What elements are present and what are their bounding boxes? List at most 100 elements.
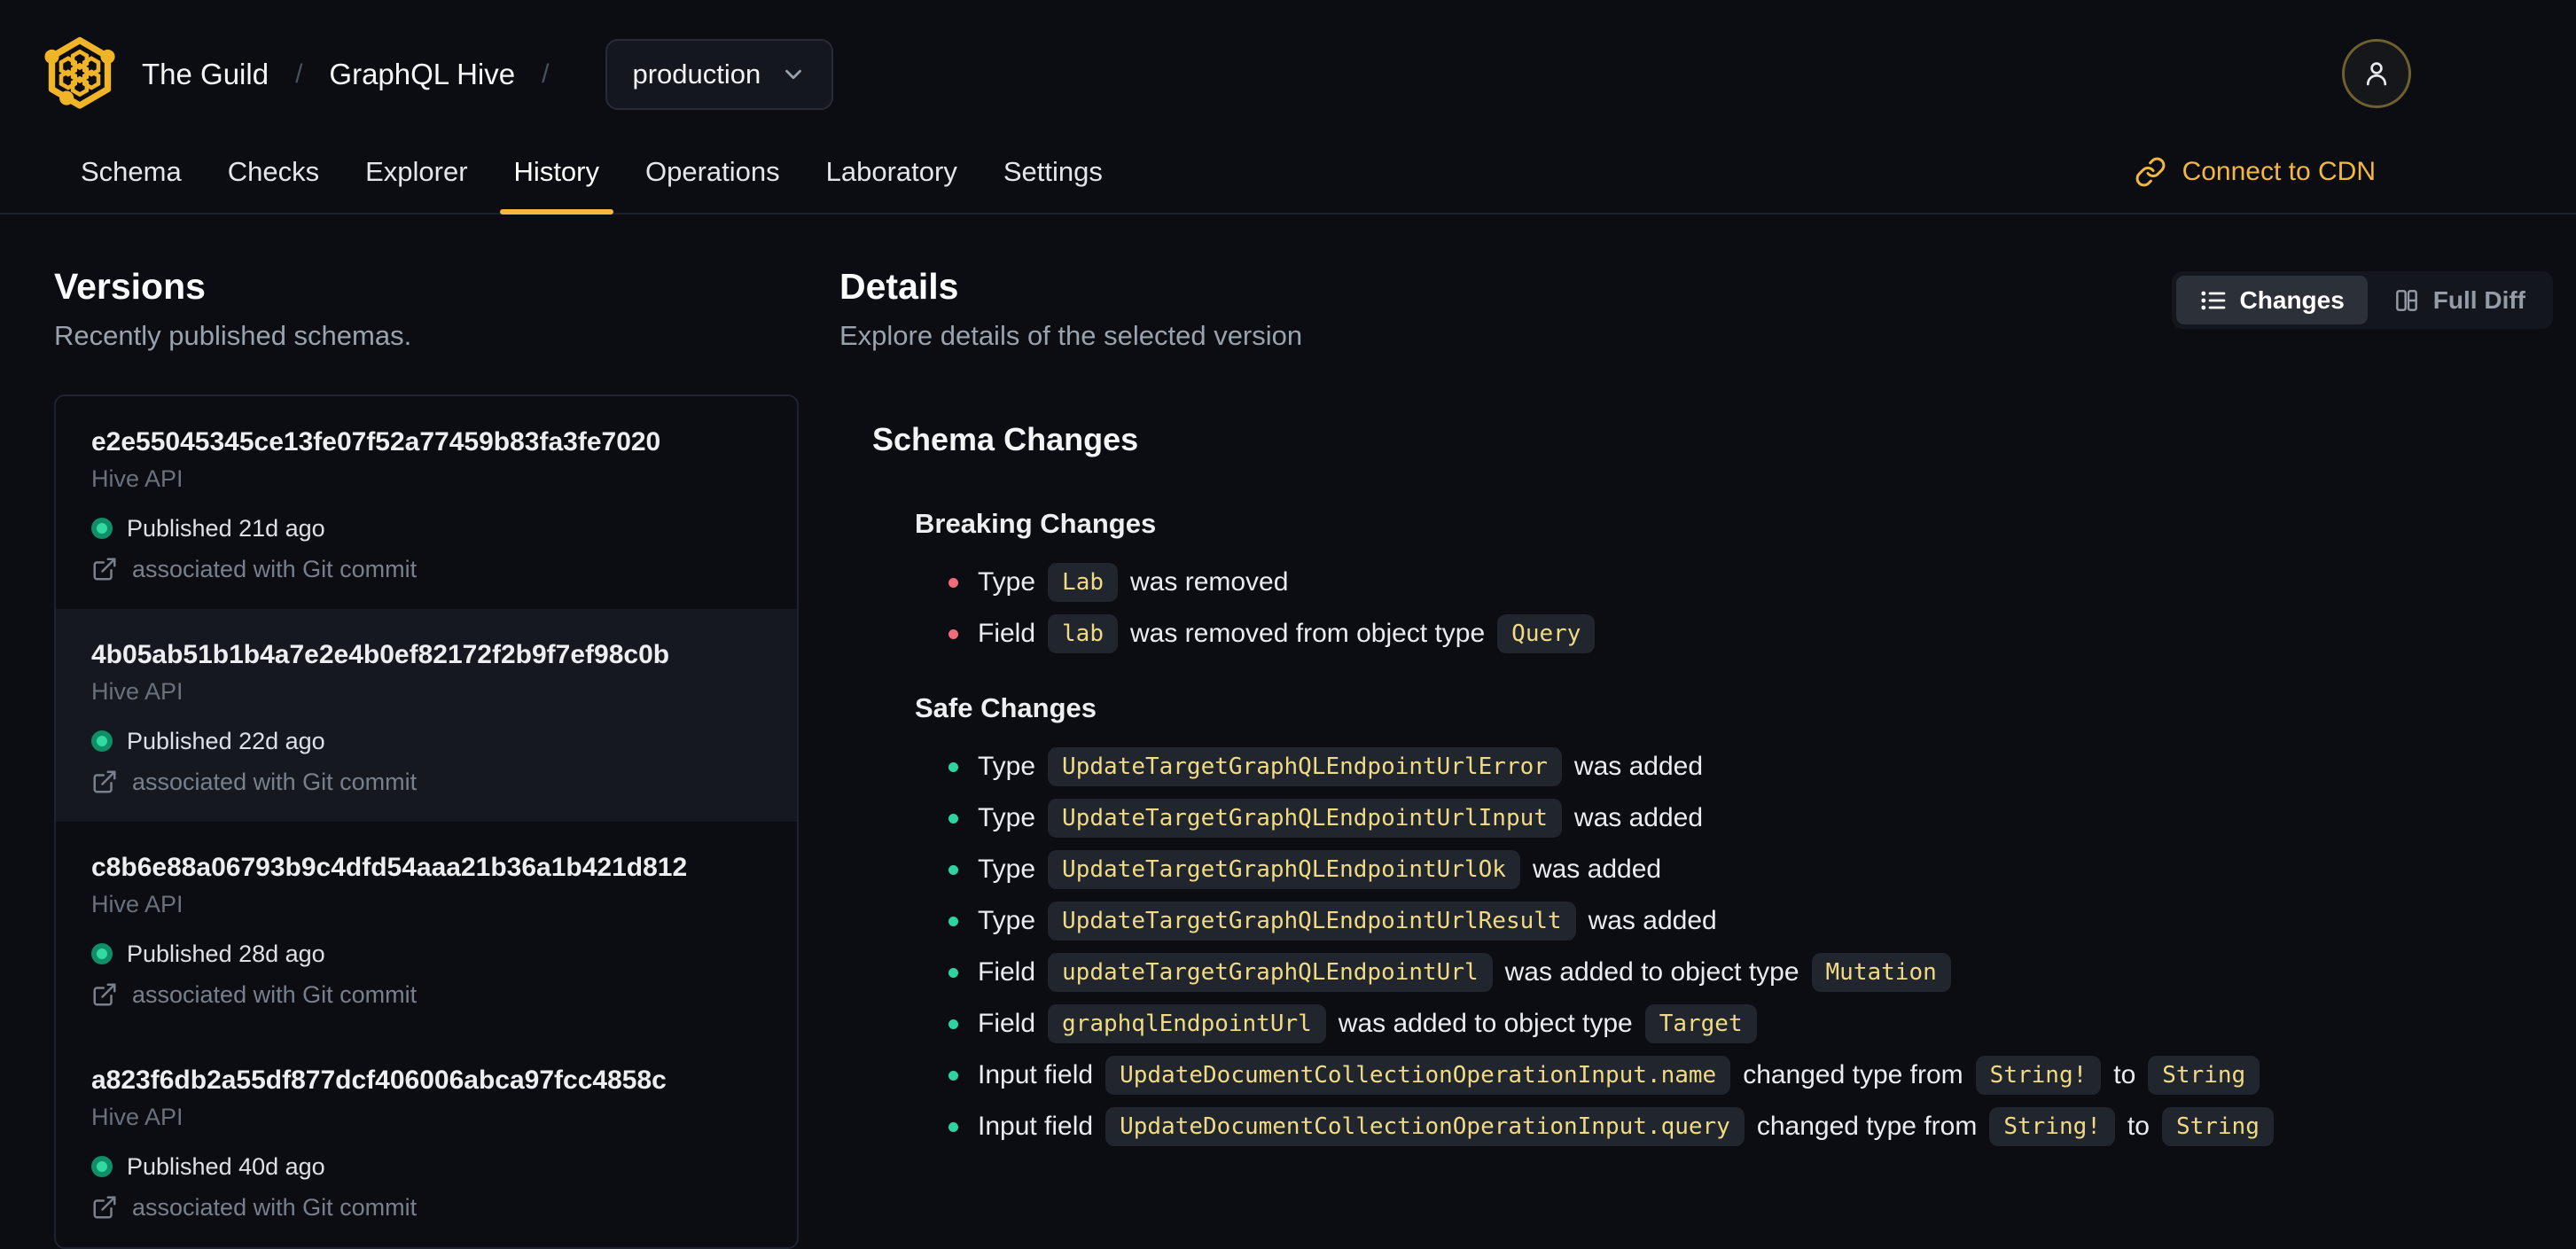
tab-laboratory[interactable]: Laboratory	[803, 131, 980, 213]
change-row: Type UpdateTargetGraphQLEndpointUrlOk was …	[915, 848, 2553, 891]
version-item[interactable]: c8b6e88a06793b9c4dfd54aaa21b36a1b421d812…	[56, 822, 797, 1034]
change-groups: Breaking Changes Type Lab was removed Field l…	[872, 508, 2553, 1148]
app-root: The Guild / GraphQL Hive / production Sc…	[0, 0, 2576, 1249]
bullet-icon	[948, 577, 958, 588]
columns-icon	[2395, 289, 2417, 311]
change-code-chip: UpdateTargetGraphQLEndpointUrlInput	[1048, 799, 1562, 838]
connect-to-cdn-link[interactable]: Connect to CDN	[2135, 131, 2376, 213]
changes-view-label: Changes	[2239, 285, 2345, 314]
published-row: Published 21d ago	[91, 515, 761, 542]
main-content: Versions Recently published schemas. e2e…	[0, 215, 2576, 1249]
bullet-icon	[948, 1070, 958, 1081]
change-code-chip: String	[2148, 1056, 2260, 1095]
details-header: Details Explore details of the selected …	[839, 265, 2553, 352]
nav-tabs-bar: Schema Checks Explorer History Operations Lab…	[0, 131, 2576, 215]
git-commit-link[interactable]: associated with Git commit	[91, 1194, 761, 1221]
full-diff-view-button[interactable]: Full Diff	[2369, 276, 2549, 324]
change-row: Type UpdateTargetGraphQLEndpointUrlResult…	[915, 900, 2553, 942]
git-commit-label: associated with Git commit	[132, 1194, 418, 1221]
git-commit-label: associated with Git commit	[132, 769, 418, 795]
change-code-chip: updateTargetGraphQLEndpointUrl	[1048, 953, 1493, 992]
published-label: Published 28d ago	[127, 941, 325, 967]
version-item[interactable]: 4b05ab51b1b4a7e2e4b0ef82172f2b9f7ef98c0b…	[56, 609, 797, 822]
version-target: Hive API	[91, 678, 183, 705]
version-target: Hive API	[91, 891, 183, 917]
nav-tabs: Schema Checks Explorer History Operations Lab…	[58, 131, 1126, 215]
breadcrumb-separator: /	[295, 59, 303, 89]
tab-explorer[interactable]: Explorer	[342, 131, 490, 213]
change-text: was added	[1588, 906, 1717, 935]
bullet-icon	[948, 967, 958, 978]
change-code-chip: Lab	[1048, 563, 1119, 602]
git-commit-link[interactable]: associated with Git commit	[91, 769, 761, 795]
versions-list: e2e55045345ce13fe07f52a77459b83fa3fe7020…	[54, 394, 799, 1249]
published-label: Published 40d ago	[127, 1153, 325, 1180]
published-dot-icon	[91, 943, 113, 964]
bullet-icon	[948, 864, 958, 875]
chevron-down-icon	[785, 69, 802, 80]
change-text: was added to object type	[1504, 957, 1799, 987]
breadcrumb-project[interactable]: GraphQL Hive	[329, 58, 515, 91]
details-title: Details	[839, 266, 959, 307]
change-row: Type UpdateTargetGraphQLEndpointUrlError w…	[915, 745, 2553, 788]
external-link-icon	[93, 558, 116, 581]
published-label: Published 22d ago	[127, 728, 325, 754]
versions-panel: Versions Recently published schemas. e2e…	[54, 265, 799, 1249]
change-group: Breaking Changes Type Lab was removed Field l…	[915, 508, 2553, 655]
change-code-chip: UpdateDocumentCollectionOperationInput.n…	[1105, 1056, 1731, 1095]
change-code-chip: String!	[1989, 1107, 2115, 1146]
version-hash: a823f6db2a55df877dcf406006abca97fcc4858c	[91, 1066, 667, 1095]
version-item[interactable]: e2e55045345ce13fe07f52a77459b83fa3fe7020…	[56, 396, 797, 609]
bullet-icon	[948, 1019, 958, 1029]
change-text: to	[2127, 1112, 2150, 1141]
change-code-chip: UpdateTargetGraphQLEndpointUrlResult	[1048, 902, 1576, 941]
target-selector-dropdown[interactable]: production	[605, 39, 834, 110]
change-rows: Type Lab was removed Field lab was removed fr…	[915, 561, 2553, 655]
change-text: was added	[1573, 803, 1704, 832]
hive-logo-icon[interactable]	[43, 35, 117, 113]
user-menu-button[interactable]	[2342, 39, 2411, 108]
change-text: was added to object type	[1338, 1009, 1633, 1038]
change-group-title: Breaking Changes	[915, 508, 1157, 539]
published-dot-icon	[91, 518, 113, 539]
bullet-icon	[948, 761, 958, 772]
change-text: was added	[1532, 855, 1662, 884]
tab-schema[interactable]: Schema	[58, 131, 205, 213]
change-text: was removed from object type	[1130, 619, 1486, 648]
tab-operations[interactable]: Operations	[622, 131, 803, 213]
change-text: was added	[1573, 752, 1704, 781]
change-text: Field	[978, 957, 1036, 987]
git-commit-label: associated with Git commit	[132, 556, 418, 582]
top-bar: The Guild / GraphQL Hive / production	[0, 0, 2576, 113]
change-text: to	[2113, 1060, 2136, 1089]
change-row: Field updateTargetGraphQLEndpointUrl was a…	[915, 951, 2553, 994]
git-commit-link[interactable]: associated with Git commit	[91, 556, 761, 582]
change-text: Type	[978, 855, 1036, 884]
change-group-title: Safe Changes	[915, 692, 1097, 723]
breadcrumb: The Guild / GraphQL Hive / production	[142, 39, 834, 110]
change-text: Type	[978, 906, 1036, 935]
tab-history[interactable]: History	[491, 131, 622, 215]
list-icon	[2200, 291, 2225, 309]
change-code-chip: Query	[1497, 614, 1596, 653]
bullet-icon	[948, 813, 958, 824]
schema-changes-title: Schema Changes	[872, 421, 1139, 457]
published-dot-icon	[91, 730, 113, 752]
version-hash: e2e55045345ce13fe07f52a77459b83fa3fe7020	[91, 427, 661, 457]
git-commit-link[interactable]: associated with Git commit	[91, 981, 761, 1008]
version-item[interactable]: a823f6db2a55df877dcf406006abca97fcc4858c…	[56, 1034, 797, 1247]
change-text: changed type from	[1743, 1060, 1963, 1089]
breadcrumb-org[interactable]: The Guild	[142, 58, 269, 91]
tab-checks[interactable]: Checks	[205, 131, 342, 213]
changes-view-button[interactable]: Changes	[2175, 276, 2368, 324]
change-row: Field lab was removed from object type Quer…	[915, 613, 2553, 655]
version-target: Hive API	[91, 1104, 183, 1130]
change-group: Safe Changes Type UpdateTargetGraphQLEndpo…	[915, 692, 2553, 1148]
target-selector-label: production	[632, 59, 761, 90]
schema-changes-section: Schema Changes Breaking Changes Type Lab wa…	[839, 421, 2553, 1148]
change-text: Field	[978, 1009, 1036, 1038]
tab-settings[interactable]: Settings	[980, 131, 1126, 213]
connect-to-cdn-label: Connect to CDN	[2182, 157, 2376, 186]
change-row: Type UpdateTargetGraphQLEndpointUrlInput w…	[915, 797, 2553, 839]
full-diff-view-label: Full Diff	[2432, 285, 2525, 314]
